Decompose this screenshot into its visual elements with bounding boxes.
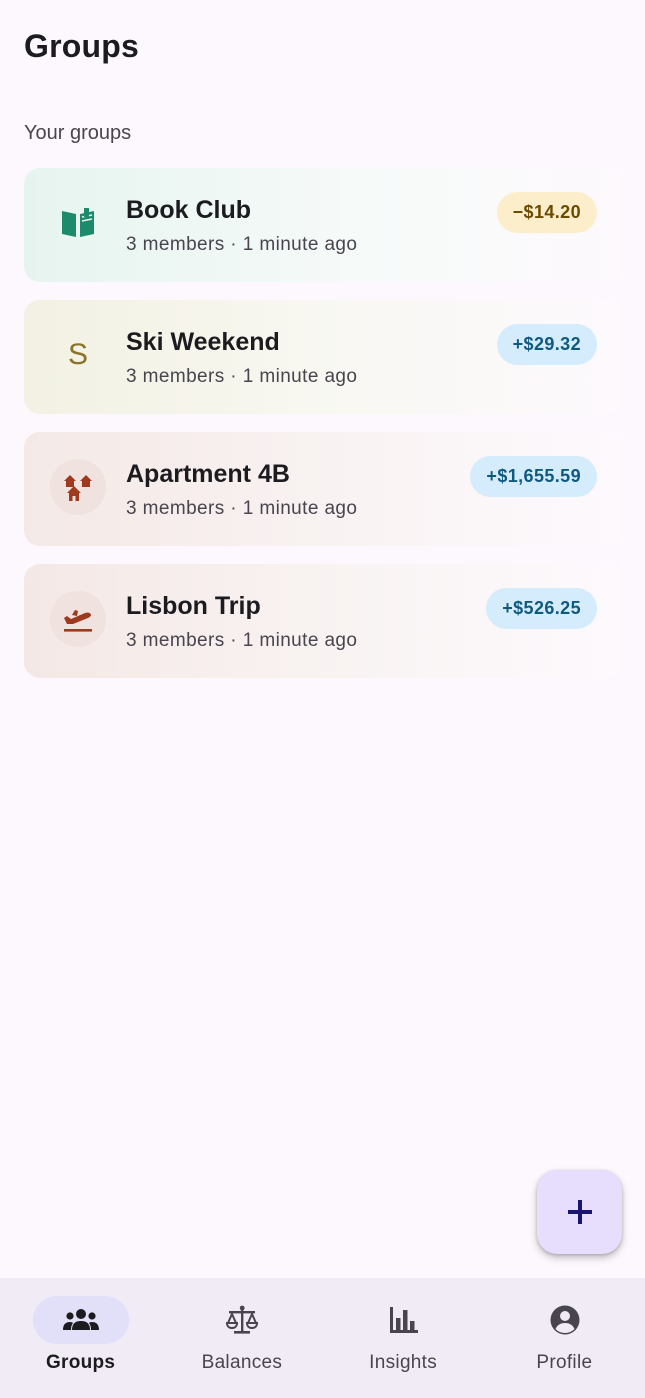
group-name: Book Club — [126, 196, 251, 224]
nav-item-balances[interactable]: Balances — [161, 1278, 322, 1398]
group-subtitle: 3 members · 1 minute ago — [126, 630, 358, 651]
balance-badge: +$1,655.59 — [470, 456, 597, 497]
plus-icon — [567, 1200, 592, 1224]
nav-label: Profile — [536, 1352, 593, 1373]
groups-icon — [63, 1309, 99, 1330]
scale-icon — [226, 1305, 259, 1334]
groups-list: Book Club 3 members · 1 minute ago −$14.… — [24, 168, 622, 696]
section-label: Your groups — [24, 122, 132, 144]
houses-icon — [50, 459, 106, 515]
balance-badge: −$14.20 — [496, 192, 597, 233]
group-name: Apartment 4B — [126, 460, 290, 488]
group-card-apartment-4b[interactable]: Apartment 4B 3 members · 1 minute ago +$… — [24, 432, 622, 546]
group-subtitle: 3 members · 1 minute ago — [126, 498, 358, 519]
group-name: Ski Weekend — [126, 328, 280, 356]
nav-item-profile[interactable]: Profile — [484, 1278, 645, 1398]
group-card-book-club[interactable]: Book Club 3 members · 1 minute ago −$14.… — [24, 168, 622, 282]
nav-item-groups[interactable]: Groups — [0, 1278, 161, 1398]
group-subtitle: 3 members · 1 minute ago — [126, 234, 358, 255]
group-card-ski-weekend[interactable]: S Ski Weekend 3 members · 1 minute ago +… — [24, 300, 622, 414]
nav-label: Insights — [369, 1352, 438, 1373]
nav-active-indicator — [33, 1296, 129, 1344]
balance-badge: +$29.32 — [496, 324, 597, 365]
bar-chart-icon — [389, 1307, 418, 1333]
bottom-navigation: Groups Balances Insights Profile — [0, 1278, 645, 1398]
book-icon — [50, 195, 106, 251]
nav-label: Balances — [201, 1352, 283, 1373]
nav-label: Groups — [45, 1352, 116, 1373]
flight-takeoff-icon — [50, 591, 106, 647]
group-name: Lisbon Trip — [126, 592, 261, 620]
initial-avatar: S — [50, 327, 106, 383]
page-title: Groups — [24, 28, 139, 64]
add-group-button[interactable] — [537, 1170, 622, 1254]
group-card-lisbon-trip[interactable]: Lisbon Trip 3 members · 1 minute ago +$5… — [24, 564, 622, 678]
account-circle-icon — [550, 1305, 580, 1335]
balance-badge: +$526.25 — [486, 588, 597, 629]
group-initial: S — [67, 338, 88, 371]
group-subtitle: 3 members · 1 minute ago — [126, 366, 358, 387]
nav-item-insights[interactable]: Insights — [323, 1278, 484, 1398]
